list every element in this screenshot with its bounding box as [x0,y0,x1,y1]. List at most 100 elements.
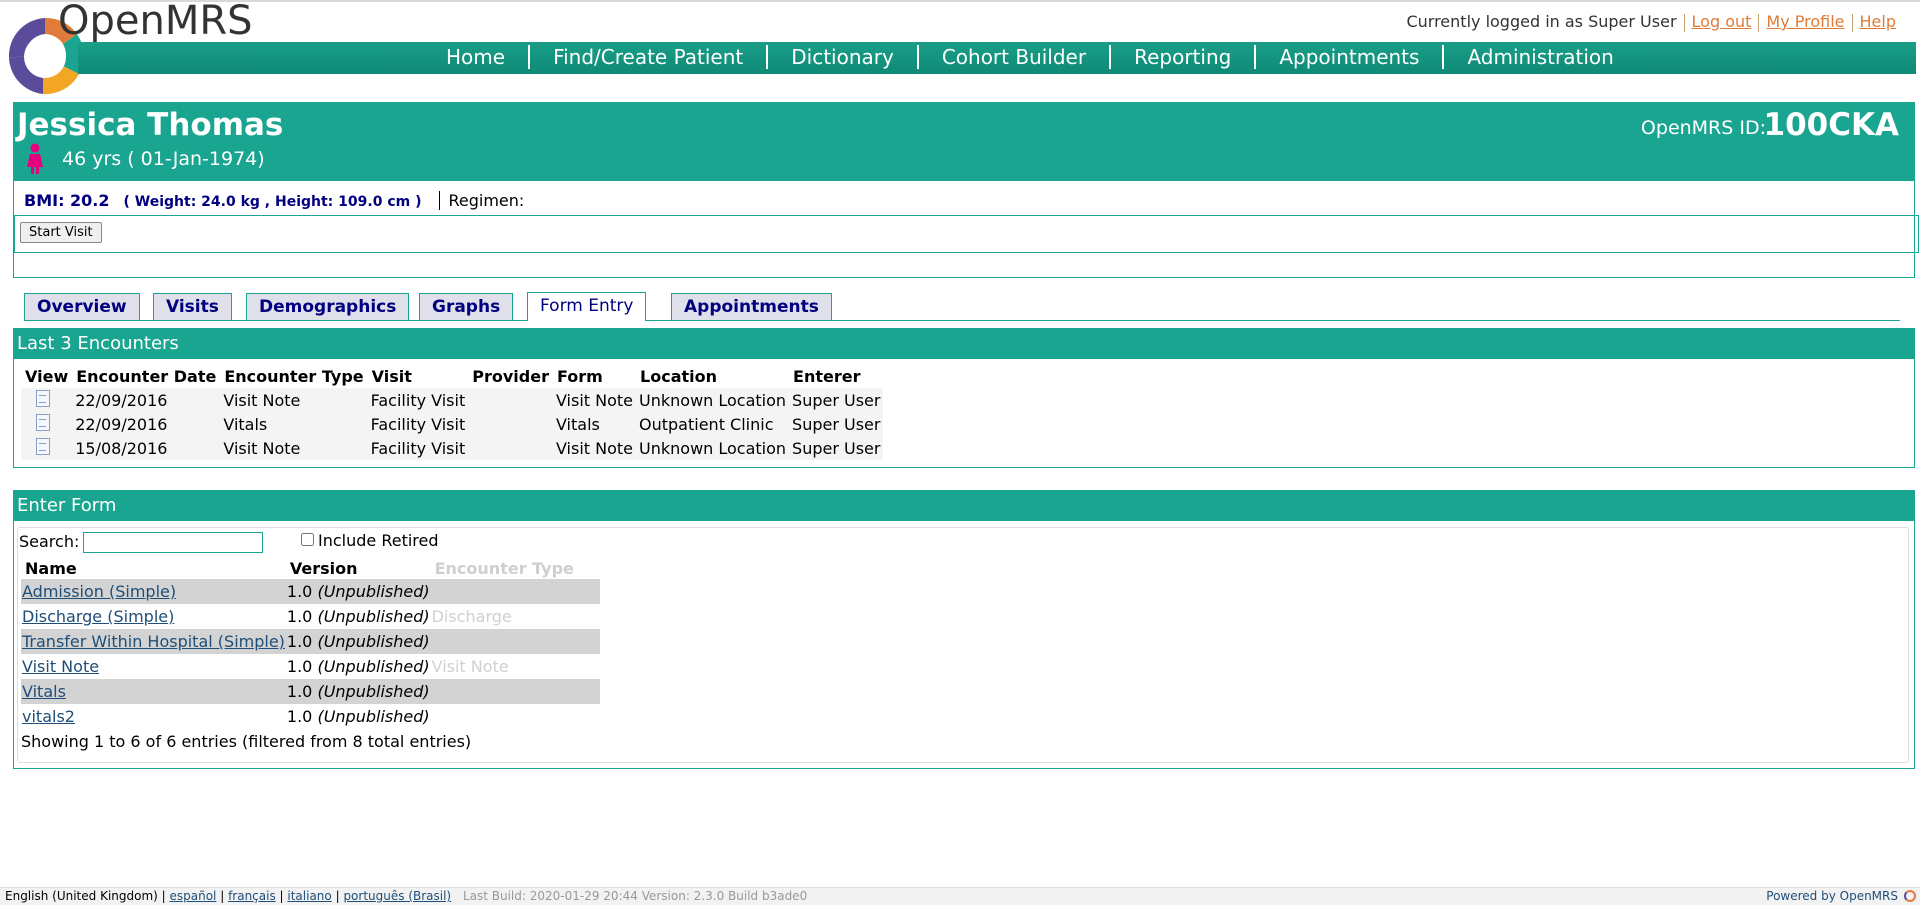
tab-visits[interactable]: Visits [153,293,232,320]
form-version: 1.0 (Unpublished) [285,629,431,654]
search-label: Search: [19,532,80,551]
patient-tabs: Overview Visits Demographics Graphs Form… [24,292,1900,321]
form-link-visit-note[interactable]: Visit Note [22,657,99,676]
tab-overview[interactable]: Overview [24,293,140,320]
column-header: Provider [472,366,549,386]
column-header-encounter-type[interactable]: Encounter Type [431,557,600,579]
form-encounter-type [430,679,600,704]
locale-link-it[interactable]: italiano [287,889,331,903]
table-row: Transfer Within Hospital (Simple) 1.0 (U… [21,629,600,654]
form-link-vitals[interactable]: Vitals [22,682,66,701]
table-row: Visit Note 1.0 (Unpublished) Visit Note [21,654,600,679]
current-locale: English (United Kingdom) [5,889,158,903]
search-row: Search: [19,532,264,553]
column-header: View [25,366,69,386]
encounter-enterer: Super User [789,436,884,460]
build-info: Last Build: 2020-01-29 20:44 Version: 2.… [462,889,808,903]
encounter-visit: Facility Visit [367,436,469,460]
table-row: 22/09/2016 Vitals Facility Visit Vitals … [21,412,884,436]
forms-table: Name Version Encounter Type Admission (S… [21,557,600,729]
locale-link-pt-br[interactable]: português (Brasil) [343,889,451,903]
female-icon [27,143,43,174]
form-version: 1.0 (Unpublished) [286,654,431,679]
tab-demographics[interactable]: Demographics [246,293,410,320]
table-row: 22/09/2016 Visit Note Facility Visit Vis… [21,388,884,412]
form-version: 1.0 (Unpublished) [286,704,431,729]
view-encounter-icon[interactable] [36,437,50,455]
form-encounter-type [430,579,600,604]
publish-status: (Unpublished) [317,582,430,601]
tab-form-entry[interactable]: Form Entry [527,292,647,321]
form-version: 1.0 (Unpublished) [285,579,431,604]
version-number: 1.0 [286,607,313,626]
encounter-date: 22/09/2016 [72,412,221,436]
form-link-vitals2[interactable]: vitals2 [22,707,75,726]
brand-title: OpenMRS [58,0,253,44]
column-header: Location [640,366,717,386]
table-info: Showing 1 to 6 of 6 entries (filtered fr… [21,732,472,751]
footer: English (United Kingdom) | español | fra… [0,887,1920,905]
regimen-label: Regimen: [439,191,524,210]
encounter-provider [468,388,553,412]
encounter-location: Unknown Location [636,388,790,412]
nav-administration[interactable]: Administration [1442,45,1636,69]
version-number: 1.0 [286,657,313,676]
encounter-form: Vitals [552,412,637,436]
nav-home[interactable]: Home [423,45,528,69]
include-retired-checkbox[interactable] [301,533,314,546]
form-encounter-type [431,704,600,729]
view-encounter-icon[interactable] [36,413,50,431]
version-number: 1.0 [286,632,313,651]
column-header-name[interactable]: Name [21,557,286,579]
encounter-provider [468,412,553,436]
locale-bar: English (United Kingdom) | español | fra… [5,889,808,903]
table-row: Vitals 1.0 (Unpublished) [21,679,600,704]
tab-graphs[interactable]: Graphs [419,293,514,320]
encounter-type: Visit Note [220,388,368,412]
column-header-version[interactable]: Version [286,557,431,579]
form-link-admission[interactable]: Admission (Simple) [22,582,176,601]
form-link-transfer[interactable]: Transfer Within Hospital (Simple) [22,632,285,651]
table-row: Admission (Simple) 1.0 (Unpublished) [21,579,600,604]
tab-appointments[interactable]: Appointments [671,293,832,320]
encounter-date: 15/08/2016 [72,436,221,460]
nav-find-create-patient[interactable]: Find/Create Patient [528,45,766,69]
form-link-discharge[interactable]: Discharge (Simple) [22,607,174,626]
locale-link-fr[interactable]: français [228,889,276,903]
encounter-form: Visit Note [552,388,637,412]
bmi-row: BMI: 20.2 ( Weight: 24.0 kg , Height: 109… [24,191,524,210]
view-encounter-icon[interactable] [36,389,50,407]
patient-name: Jessica Thomas [17,107,284,143]
nav-appointments[interactable]: Appointments [1254,45,1442,69]
locale-link-es[interactable]: español [170,889,217,903]
publish-status: (Unpublished) [317,632,430,651]
encounters-box: Last 3 Encounters View Encounter Date En… [13,328,1915,468]
start-visit-button[interactable]: Start Visit [20,222,102,243]
main-navbar: Home Find/Create Patient Dictionary Coho… [78,42,1916,74]
nav-reporting[interactable]: Reporting [1109,45,1254,69]
logout-link[interactable]: Log out [1692,12,1752,31]
form-encounter-type: Discharge [431,607,512,626]
bmi-value: BMI: 20.2 [24,191,110,210]
column-header: Encounter Date [76,366,217,386]
encounter-type: Vitals [220,412,368,436]
form-encounter-type [430,629,600,654]
my-profile-link[interactable]: My Profile [1766,12,1844,31]
encounter-location: Unknown Location [636,436,790,460]
column-header: Visit [371,366,412,386]
search-input[interactable] [83,532,264,553]
include-retired-toggle[interactable]: Include Retired [301,531,439,550]
help-link[interactable]: Help [1860,12,1896,31]
powered-by: Powered by OpenMRS [1766,889,1898,903]
nav-cohort-builder[interactable]: Cohort Builder [916,45,1109,69]
column-header: Form [556,366,603,386]
table-row: Discharge (Simple) 1.0 (Unpublished) Dis… [21,604,600,629]
version-number: 1.0 [286,682,313,701]
encounter-visit: Facility Visit [367,388,469,412]
encounter-type: Visit Note [220,436,368,460]
patient-age: 46 yrs ( 01-Jan-1974) [62,148,265,170]
top-strip [0,0,1920,2]
publish-status: (Unpublished) [317,682,430,701]
nav-dictionary[interactable]: Dictionary [766,45,917,69]
enter-form-box: Enter Form Search: Include Retired Name … [13,490,1915,769]
